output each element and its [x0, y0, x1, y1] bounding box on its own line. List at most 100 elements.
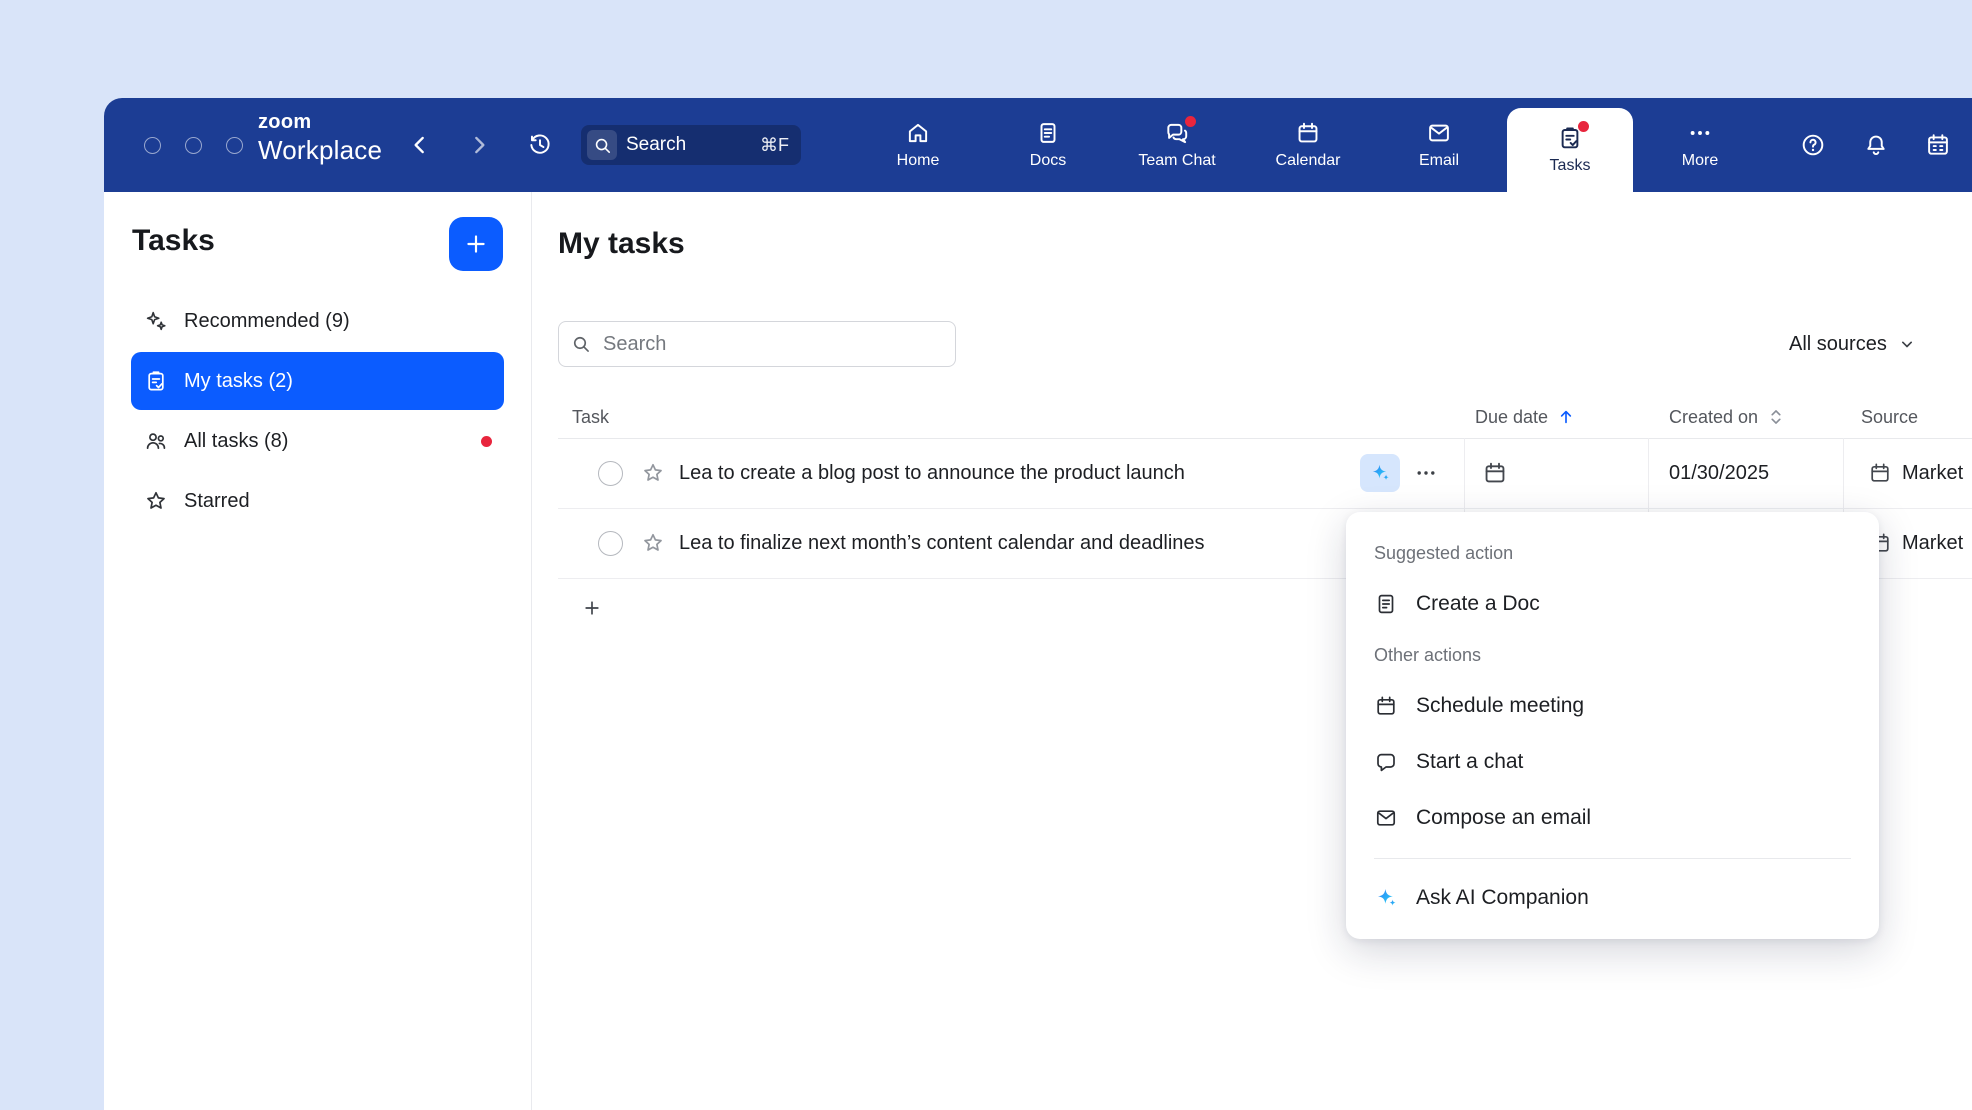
desktop: zoom Workplace Search ⌘F [0, 0, 1972, 1110]
window-control-circle[interactable] [226, 137, 243, 154]
menu-item-label: Start a chat [1416, 750, 1523, 774]
complete-task-checkbox[interactable] [598, 531, 623, 556]
global-search[interactable]: Search ⌘F [581, 125, 801, 165]
nav-label: Team Chat [1138, 152, 1215, 170]
chevron-right-icon [466, 132, 492, 158]
notification-dot [1578, 121, 1589, 132]
column-header-created-on[interactable]: Created on [1669, 396, 1786, 438]
zoom-workplace-logo: zoom Workplace [258, 112, 382, 163]
nav-item-team-chat[interactable]: Team Chat [1114, 98, 1240, 192]
nav-label: Docs [1030, 152, 1066, 170]
back-button[interactable] [400, 125, 440, 165]
task-title: Lea to finalize next month’s content cal… [679, 532, 1205, 555]
chevron-down-icon [1897, 334, 1917, 354]
sidebar-item-label: All tasks (8) [184, 430, 288, 453]
sidebar-item-recommended[interactable]: Recommended (9) [131, 292, 504, 350]
more-icon [1687, 120, 1713, 146]
column-label: Created on [1669, 407, 1758, 428]
sparkles-icon [144, 309, 168, 333]
nav-item-docs[interactable]: Docs [985, 98, 1111, 192]
tasks-sidebar: Tasks Recommended (9) My tasks (2) [104, 192, 532, 1110]
nav-item-email[interactable]: Email [1376, 98, 1502, 192]
task-row[interactable]: Lea to create a blog post to announce th… [558, 438, 1972, 509]
menu-section-label: Other actions [1346, 632, 1879, 678]
notifications-button[interactable] [1856, 125, 1896, 165]
calendar-icon [1374, 694, 1398, 718]
notification-dot [1185, 116, 1196, 127]
search-shortcut: ⌘F [760, 135, 789, 156]
menu-section-label: Suggested action [1346, 530, 1879, 576]
topbar: zoom Workplace Search ⌘F [104, 98, 1972, 192]
history-icon [527, 132, 553, 158]
plus-icon [463, 231, 489, 257]
column-label: Source [1861, 407, 1918, 428]
sort-ascending-icon[interactable] [1556, 407, 1576, 427]
chat-bubble-icon [1374, 750, 1398, 774]
star-icon[interactable] [641, 531, 665, 555]
task-cell: Lea to create a blog post to announce th… [558, 438, 1464, 508]
star-icon[interactable] [641, 461, 665, 485]
add-task-inline-button[interactable] [576, 592, 608, 624]
sidebar-item-label: My tasks (2) [184, 370, 293, 393]
source-calendar-icon [1868, 461, 1892, 485]
task-actions-menu: Suggested action Create a Doc Other acti… [1346, 512, 1879, 939]
sidebar-item-all-tasks[interactable]: All tasks (8) [131, 412, 504, 470]
history-button[interactable] [520, 125, 560, 165]
ai-companion-button[interactable] [1360, 454, 1400, 492]
forward-button[interactable] [459, 125, 499, 165]
home-icon [905, 120, 931, 146]
search-input[interactable] [601, 332, 943, 357]
sidebar-item-my-tasks[interactable]: My tasks (2) [131, 352, 504, 410]
menu-item-label: Compose an email [1416, 806, 1591, 830]
menu-item-start-chat[interactable]: Start a chat [1346, 734, 1879, 790]
more-icon [1414, 461, 1438, 485]
sources-filter-dropdown[interactable]: All sources [1775, 321, 1931, 367]
column-label: Due date [1475, 407, 1548, 428]
help-button[interactable] [1793, 125, 1833, 165]
sources-filter-label: All sources [1789, 333, 1887, 356]
table-header: Task Due date Created on Source [558, 396, 1972, 439]
add-due-date-calendar-icon[interactable] [1482, 460, 1508, 486]
sort-toggle-icon[interactable] [1766, 407, 1786, 427]
sidebar-item-starred[interactable]: Starred [131, 472, 504, 530]
menu-divider [1374, 858, 1851, 859]
workplace-logo-text: Workplace [258, 137, 382, 163]
my-tasks-icon [144, 369, 168, 393]
nav-label: Email [1419, 152, 1459, 170]
ai-sparkle-icon [1369, 462, 1391, 484]
source-value: Market [1902, 462, 1963, 485]
nav-label: Tasks [1550, 157, 1591, 175]
column-header-due-date[interactable]: Due date [1475, 396, 1576, 438]
envelope-icon [1374, 806, 1398, 830]
team-chat-icon [1164, 120, 1190, 146]
sidebar-title: Tasks [132, 224, 215, 258]
add-task-button[interactable] [449, 217, 503, 271]
window-control-circle[interactable] [144, 137, 161, 154]
sidebar-item-label: Starred [184, 490, 250, 513]
menu-item-compose-email[interactable]: Compose an email [1346, 790, 1879, 846]
menu-item-schedule-meeting[interactable]: Schedule meeting [1346, 678, 1879, 734]
help-icon [1800, 132, 1826, 158]
complete-task-checkbox[interactable] [598, 461, 623, 486]
star-icon [144, 489, 168, 513]
nav-label: Home [897, 152, 940, 170]
menu-item-create-doc[interactable]: Create a Doc [1346, 576, 1879, 632]
menu-item-label: Ask AI Companion [1416, 886, 1589, 910]
due-date-cell[interactable] [1464, 438, 1648, 508]
global-search-placeholder: Search [626, 134, 760, 156]
row-more-button[interactable] [1404, 454, 1448, 492]
menu-item-ask-ai-companion[interactable]: Ask AI Companion [1346, 869, 1879, 927]
page-title: My tasks [558, 227, 685, 261]
calendar-panel-button[interactable] [1918, 125, 1958, 165]
nav-item-tasks[interactable]: Tasks [1507, 108, 1633, 192]
window-control-circle[interactable] [185, 137, 202, 154]
nav-item-more[interactable]: More [1637, 98, 1763, 192]
menu-item-label: Create a Doc [1416, 592, 1540, 616]
tasks-icon [1557, 125, 1583, 151]
email-icon [1426, 120, 1452, 146]
search-icon [587, 130, 617, 160]
zoom-logo-text: zoom [258, 112, 382, 132]
nav-item-calendar[interactable]: Calendar [1245, 98, 1371, 192]
bell-icon [1863, 132, 1889, 158]
nav-item-home[interactable]: Home [855, 98, 981, 192]
